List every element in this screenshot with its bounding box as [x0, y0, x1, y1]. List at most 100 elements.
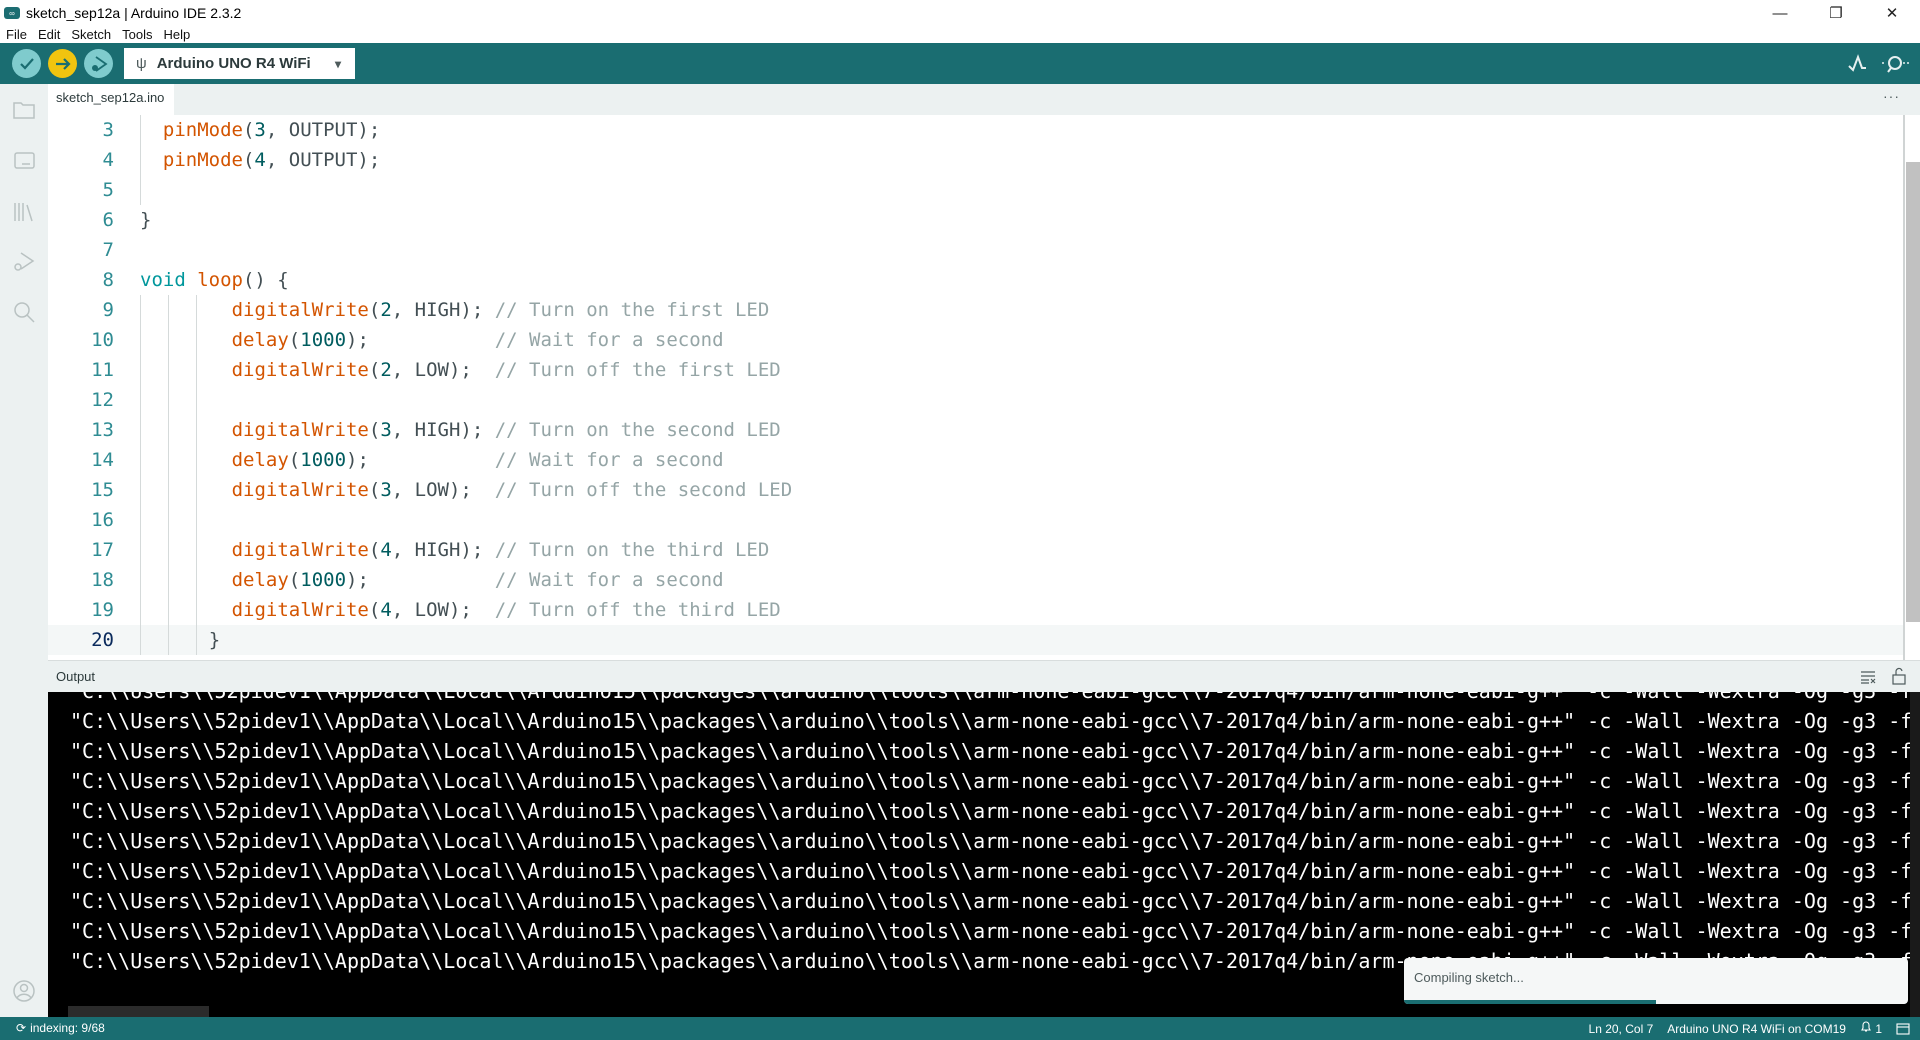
serial-plotter-icon[interactable]: [1847, 53, 1869, 75]
editor-vertical-scrollbar[interactable]: [1903, 115, 1920, 660]
indent-guide: [140, 385, 141, 415]
indent-guide: [140, 355, 141, 385]
usb-icon: ψ: [136, 55, 147, 72]
code-text: pinMode(3, OUTPUT);: [163, 115, 380, 145]
code-function: pinMode: [162, 149, 243, 171]
search-icon[interactable]: [12, 300, 36, 324]
indent-guide: [168, 445, 169, 475]
library-manager-icon[interactable]: [12, 200, 36, 224]
code-line[interactable]: 5: [48, 175, 1903, 205]
toggle-panel-icon[interactable]: [1896, 1022, 1910, 1035]
boards-manager-icon[interactable]: [12, 148, 36, 172]
menu-help[interactable]: Help: [157, 27, 195, 42]
restore-button[interactable]: ❐: [1808, 0, 1864, 26]
code-line[interactable]: 6}: [48, 205, 1903, 235]
code-text: digitalWrite(2, HIGH); // Turn on the fi…: [232, 295, 770, 325]
code-editor[interactable]: 3 pinMode(3, OUTPUT); 4 pinMode(4, OUTPUT);…: [48, 115, 1903, 660]
code-line[interactable]: 9 digitalWrite(2, HIGH); // Turn on the f…: [48, 295, 1903, 325]
indent-guide: [196, 595, 197, 625]
upload-button[interactable]: [48, 49, 77, 78]
compiling-notification: Compiling sketch...: [1404, 958, 1908, 1004]
menu-file[interactable]: File: [0, 27, 32, 42]
code-number: 4: [254, 149, 266, 171]
code-line[interactable]: 10 delay(1000); // Wait for a second: [48, 325, 1903, 355]
clear-output-icon[interactable]: [1860, 670, 1876, 684]
indent-guide: [140, 625, 141, 655]
indent-guide: [196, 445, 197, 475]
code-line[interactable]: 11 digitalWrite(2, LOW); // Turn off the …: [48, 355, 1903, 385]
menu-edit[interactable]: Edit: [32, 27, 65, 42]
code-line[interactable]: 20}: [48, 625, 1903, 655]
indent-guide: [196, 385, 197, 415]
editor-scroll-thumb[interactable]: [1906, 162, 1920, 622]
code-function: digitalWrite: [231, 359, 369, 381]
verify-button[interactable]: [12, 49, 41, 78]
indent-guide: [168, 505, 169, 535]
indent-guide: [196, 505, 197, 535]
code-line[interactable]: 18 delay(1000); // Wait for a second: [48, 565, 1903, 595]
board-selector[interactable]: ψ Arduino UNO R4 WiFi ▾: [124, 48, 355, 79]
code-punct: }: [140, 209, 152, 231]
indent-guide: [168, 625, 169, 655]
menu-tools[interactable]: Tools: [116, 27, 157, 42]
output-vertical-scrollbar[interactable]: [1910, 692, 1920, 1017]
line-number: 20: [91, 629, 114, 651]
indent-guide: [140, 115, 141, 145]
code-line[interactable]: 12: [48, 385, 1903, 415]
sync-icon: ⟳: [16, 1021, 27, 1035]
cursor-position[interactable]: Ln 20, Col 7: [1589, 1022, 1654, 1036]
indent-guide: [140, 565, 141, 595]
bell-icon: [1861, 1021, 1871, 1032]
line-number: 16: [91, 509, 114, 531]
minimize-button[interactable]: —: [1752, 0, 1808, 26]
line-number: 11: [91, 359, 114, 381]
code-number: 3: [254, 119, 266, 141]
code-line[interactable]: 7: [48, 235, 1903, 265]
window-title: sketch_sep12a | Arduino IDE 2.3.2: [26, 5, 242, 21]
code-line[interactable]: 13 digitalWrite(3, HIGH); // Turn on the …: [48, 415, 1903, 445]
output-horizontal-scrollbar[interactable]: [68, 1006, 209, 1017]
code-function: digitalWrite: [231, 539, 369, 561]
code-punct: , LOW);: [391, 599, 495, 621]
tab-sketch-file[interactable]: sketch_sep12a.ino: [48, 84, 174, 115]
line-number: 5: [102, 179, 114, 201]
line-number: 14: [91, 449, 114, 471]
serial-monitor-icon[interactable]: [1880, 53, 1910, 75]
close-button[interactable]: ✕: [1864, 0, 1920, 26]
debug-sidebar-icon[interactable]: [12, 250, 36, 274]
menu-sketch[interactable]: Sketch: [65, 27, 116, 42]
code-punct: , HIGH);: [391, 419, 495, 441]
code-line[interactable]: 17 digitalWrite(4, HIGH); // Turn on the …: [48, 535, 1903, 565]
title-bar: ∞ sketch_sep12a | Arduino IDE 2.3.2 — ❐ …: [0, 0, 1920, 26]
tab-label: sketch_sep12a.ino: [56, 90, 165, 105]
code-punct: (: [242, 149, 255, 171]
indent-guide: [196, 325, 197, 355]
indent-guide: [196, 565, 197, 595]
code-number: 2: [380, 359, 392, 381]
code-line[interactable]: 16: [48, 505, 1903, 535]
code-punct: (: [368, 479, 381, 501]
notifications-count: 1: [1875, 1022, 1882, 1036]
notifications-button[interactable]: 1: [1860, 1021, 1882, 1036]
code-line[interactable]: 15 digitalWrite(3, LOW); // Turn off the …: [48, 475, 1903, 505]
code-punct: (: [242, 119, 255, 141]
code-text: }: [140, 205, 151, 235]
code-line[interactable]: 3 pinMode(3, OUTPUT);: [48, 115, 1903, 145]
code-line[interactable]: 19 digitalWrite(4, LOW); // Turn off the …: [48, 595, 1903, 625]
scroll-lock-icon[interactable]: [1892, 667, 1906, 685]
indent-guide: [168, 385, 169, 415]
code-text: digitalWrite(4, HIGH); // Turn on the th…: [232, 535, 770, 565]
code-line[interactable]: 14 delay(1000); // Wait for a second: [48, 445, 1903, 475]
chevron-down-icon: ▾: [334, 56, 341, 71]
debug-button[interactable]: [84, 49, 113, 78]
code-line[interactable]: 4 pinMode(4, OUTPUT);: [48, 145, 1903, 175]
code-text: pinMode(4, OUTPUT);: [163, 145, 380, 175]
output-line: "C:\\Users\\52pidev1\\AppData\\Local\\Ar…: [70, 859, 1913, 883]
profile-icon[interactable]: [12, 979, 36, 1003]
code-line[interactable]: 8 void loop() {: [48, 265, 1903, 295]
more-actions-icon[interactable]: ···: [1883, 88, 1900, 104]
code-comment: // Wait for a second: [494, 569, 724, 591]
board-port-status[interactable]: Arduino UNO R4 WiFi on COM19: [1667, 1022, 1846, 1036]
board-name: Arduino UNO R4 WiFi: [156, 55, 311, 72]
sketchbook-folder-icon[interactable]: [12, 98, 36, 122]
